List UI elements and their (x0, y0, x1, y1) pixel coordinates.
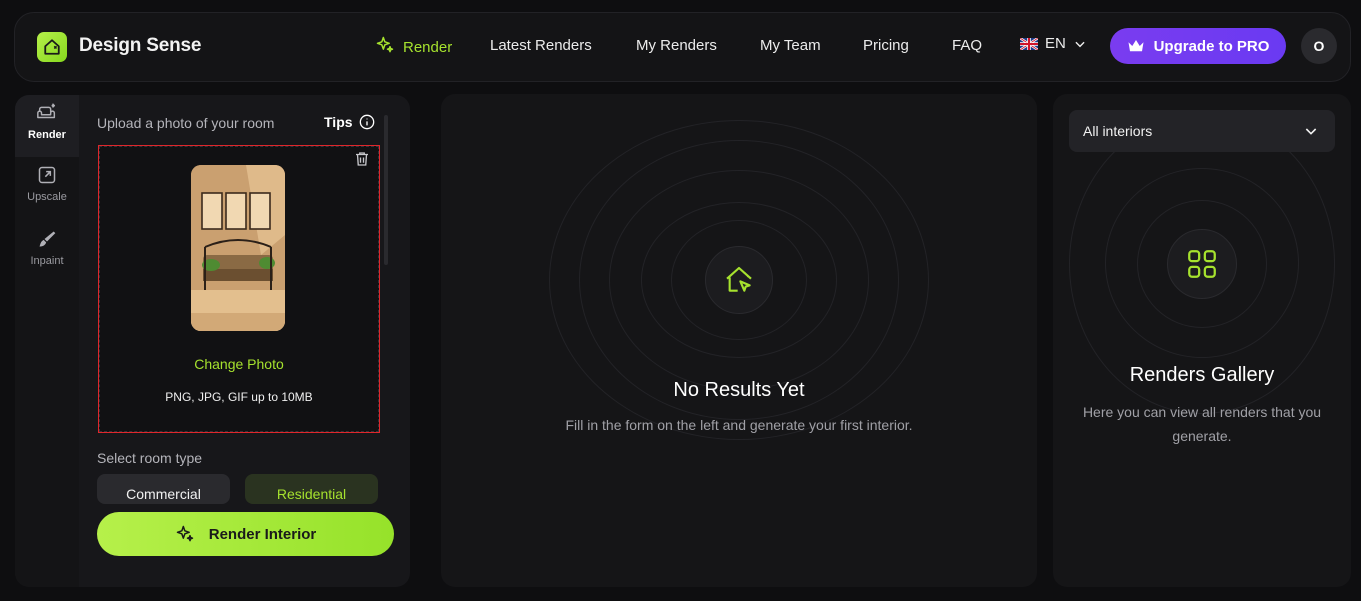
nav-latest-renders[interactable]: Latest Renders (490, 37, 592, 54)
tool-rail: Render Upscale Inpaint (15, 95, 79, 587)
chevron-down-icon (1305, 128, 1317, 135)
gallery-panel: All interiors Renders Gallery Here you c… (1053, 94, 1351, 587)
trash-icon (356, 152, 368, 166)
delete-photo-button[interactable] (353, 150, 371, 173)
crown-icon (1128, 40, 1144, 52)
render-interior-button[interactable]: Render Interior (97, 512, 394, 556)
nav-render[interactable]: Render (375, 35, 452, 59)
sofa-icon (37, 103, 56, 119)
room-type-commercial[interactable]: Commercial (97, 474, 230, 504)
tool-render[interactable]: Render (15, 95, 79, 157)
tool-inpaint[interactable]: Inpaint (15, 229, 79, 267)
nav-my-renders[interactable]: My Renders (636, 37, 717, 54)
nav-render-label: Render (403, 38, 453, 56)
tips-button[interactable]: Tips (324, 114, 375, 130)
results-title: No Results Yet (673, 379, 805, 401)
change-photo-link[interactable]: Change Photo (99, 356, 379, 372)
nav-my-team[interactable]: My Team (760, 37, 821, 54)
top-bar: Design Sense Render Latest Renders My Re… (14, 12, 1351, 82)
render-interior-label: Render Interior (208, 525, 317, 543)
tool-render-label: Render (28, 129, 66, 141)
results-hub (705, 246, 773, 314)
sparkle-icon (375, 35, 395, 59)
avatar[interactable]: O (1301, 28, 1337, 64)
uk-flag-icon (1020, 37, 1038, 50)
results-subtitle: Fill in the form on the left and generat… (565, 417, 913, 433)
room-type-residential[interactable]: Residential (245, 474, 378, 504)
gallery-subtitle: Here you can view all renders that you g… (1082, 404, 1322, 444)
form-panel: Upload a photo of your room Tips Change … (79, 95, 410, 587)
grid-icon (1188, 250, 1216, 278)
tool-upscale-label: Upscale (27, 191, 67, 203)
language-label: EN (1045, 35, 1066, 52)
upload-label: Upload a photo of your room (97, 115, 275, 131)
interior-filter-select[interactable]: All interiors (1069, 110, 1335, 152)
nav-pricing[interactable]: Pricing (863, 37, 909, 54)
expand-icon (38, 166, 56, 184)
gallery-hub (1167, 229, 1237, 299)
results-panel: No Results Yet Fill in the form on the l… (441, 94, 1037, 587)
tips-label: Tips (324, 114, 353, 130)
gallery-title: Renders Gallery (1129, 364, 1275, 386)
tool-upscale[interactable]: Upscale (15, 165, 79, 203)
home-cursor-icon (726, 266, 752, 292)
interior-filter-value: All interiors (1083, 123, 1153, 139)
sparkle-icon (176, 525, 193, 542)
render-form-panel: Render Upscale Inpaint Upload a photo of… (15, 95, 410, 587)
info-icon (359, 114, 374, 130)
file-format-hint: PNG, JPG, GIF up to 10MB (165, 390, 313, 404)
brush-icon (39, 231, 56, 247)
chevron-down-icon (1075, 41, 1085, 47)
tool-inpaint-label: Inpaint (30, 255, 64, 267)
brand-name[interactable]: Design Sense (79, 35, 201, 57)
photo-upload-dropzone[interactable]: Change Photo PNG, JPG, GIF up to 10MB (98, 145, 380, 433)
scrollbar[interactable] (384, 115, 388, 265)
nav-faq[interactable]: FAQ (952, 37, 982, 54)
room-type-label: Select room type (97, 450, 203, 466)
language-selector[interactable]: EN (1020, 35, 1087, 52)
room-photo-thumbnail (191, 165, 285, 331)
logo-icon[interactable] (37, 32, 67, 62)
upgrade-button[interactable]: Upgrade to PRO (1110, 28, 1286, 64)
upgrade-label: Upgrade to PRO (1153, 37, 1270, 55)
